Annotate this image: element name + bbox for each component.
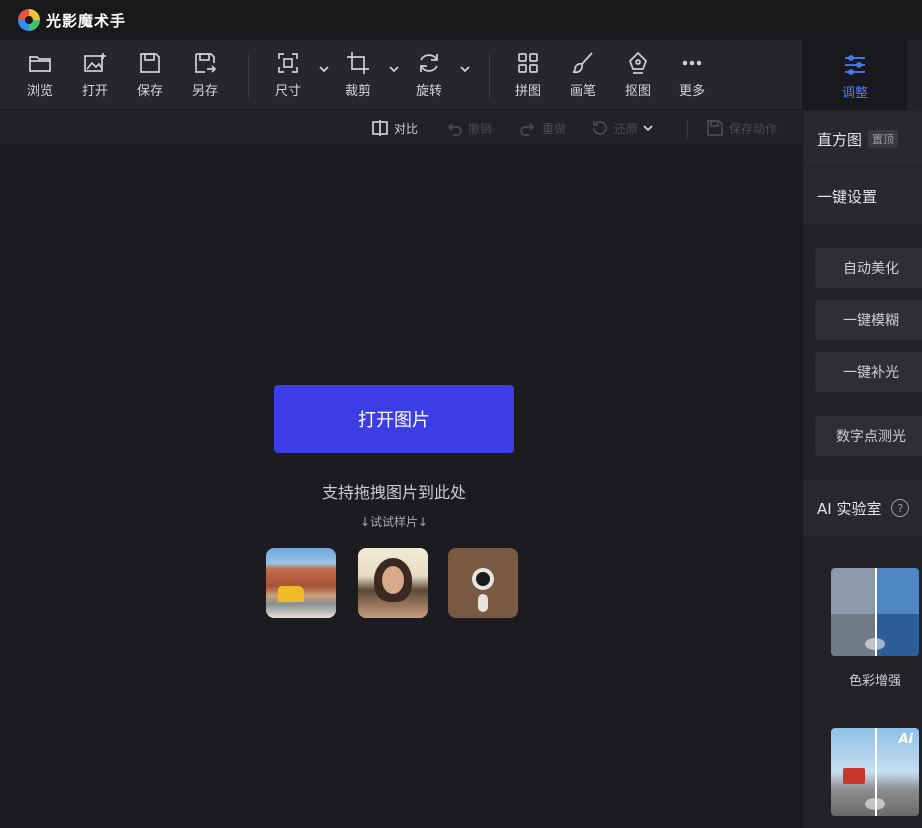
- save-label: 保存: [136, 84, 163, 99]
- redo-icon: [520, 123, 535, 136]
- edit-subbar: 对比 撤销 重做 还原 保存动作: [0, 110, 802, 146]
- drag-drop-hint: 支持拖拽图片到此处: [321, 483, 466, 502]
- ai-lab-label: AI 实验室: [817, 499, 882, 518]
- help-icon[interactable]: ?: [891, 499, 910, 517]
- brush-icon: [572, 52, 593, 74]
- sample-hint: ↓试试样片↓: [359, 515, 429, 529]
- histogram-label: 直方图: [817, 130, 863, 149]
- face-shape: [382, 566, 404, 594]
- cutout-label: 抠图: [624, 84, 651, 99]
- tab-adjust-label: 调整: [841, 86, 868, 101]
- collage-icon: [518, 53, 538, 73]
- save-as-label: 另存: [191, 84, 218, 99]
- compare-button[interactable]: 对比: [370, 116, 418, 140]
- redo-label: 重做: [542, 121, 567, 136]
- undo-label: 撤销: [468, 121, 493, 136]
- save-action-icon: [707, 120, 723, 136]
- image-canvas[interactable]: 打开图片 支持拖拽图片到此处 ↓试试样片↓: [0, 147, 802, 828]
- app-window: 光影魔术手 浏览 打开 保存 另存 尺寸 裁剪 旋转 拼图 画笔 抠图 更多 对…: [0, 0, 922, 828]
- chevron-down-icon: [389, 66, 399, 73]
- ai-card-second[interactable]: Ai: [831, 728, 919, 816]
- sliders-icon: [845, 55, 865, 75]
- chevron-down-icon: [643, 125, 653, 132]
- sample-thumbnail-portrait[interactable]: [358, 548, 428, 618]
- cutout-pen-icon: [629, 51, 647, 74]
- redo-button[interactable]: 重做: [518, 116, 566, 140]
- auto-beautify-button[interactable]: 自动美化: [815, 248, 922, 288]
- brush-label: 画笔: [569, 84, 596, 99]
- cutout-button[interactable]: 抠图: [612, 50, 664, 102]
- save-as-button[interactable]: 另存: [179, 50, 231, 102]
- more-label: 更多: [678, 84, 705, 99]
- sample-thumbnail-road-trip[interactable]: [266, 548, 336, 618]
- main-toolbar: 浏览 打开 保存 另存 尺寸 裁剪 旋转 拼图 画笔 抠图 更多: [0, 40, 802, 110]
- one-click-fill-light-button[interactable]: 一键补光: [815, 352, 922, 392]
- rotate-button[interactable]: 旋转: [403, 50, 455, 102]
- crop-button[interactable]: 裁剪: [332, 50, 384, 102]
- undo-button[interactable]: 撤销: [444, 116, 492, 140]
- rotate-label: 旋转: [415, 84, 442, 99]
- restore-icon: [593, 121, 607, 135]
- open-image-button[interactable]: 打开图片: [274, 385, 514, 453]
- crop-dropdown[interactable]: [388, 60, 400, 73]
- open-label: 打开: [81, 84, 108, 99]
- resize-dropdown[interactable]: [318, 60, 330, 73]
- desk-item-shape: [478, 594, 488, 612]
- restore-button[interactable]: 还原: [590, 116, 658, 140]
- browse-button[interactable]: 浏览: [14, 50, 66, 102]
- chevron-down-icon: [460, 66, 470, 73]
- van-shape: [278, 586, 304, 602]
- ai-card-label: 色彩增强: [848, 674, 901, 689]
- histogram-section[interactable]: 直方图 置顶: [803, 111, 922, 167]
- undo-icon: [447, 123, 462, 136]
- adjust-panel: 调整 直方图 置顶 一键设置 自动美化 一键模糊 一键补光 数字点测光 AI 实…: [802, 40, 922, 828]
- one-click-blur-button[interactable]: 一键模糊: [815, 300, 922, 340]
- brush-button[interactable]: 画笔: [557, 50, 609, 102]
- restore-label: 还原: [614, 121, 639, 136]
- subbar-divider: [687, 120, 688, 138]
- compare-label: 对比: [394, 121, 419, 136]
- toolbar-divider: [248, 54, 249, 98]
- title-bar: 光影魔术手: [0, 0, 922, 40]
- rotate-icon: [420, 54, 438, 72]
- crop-label: 裁剪: [344, 84, 371, 99]
- more-button[interactable]: 更多: [666, 50, 718, 102]
- more-icon: [682, 60, 702, 66]
- save-icon: [140, 53, 160, 73]
- open-button[interactable]: 打开: [69, 50, 121, 102]
- ai-card-color-enhance[interactable]: [831, 568, 919, 656]
- collage-label: 拼图: [514, 84, 541, 99]
- resize-icon: [278, 53, 298, 73]
- save-action-button[interactable]: 保存动作: [705, 116, 777, 140]
- resize-button[interactable]: 尺寸: [262, 50, 314, 102]
- app-logo-icon: [18, 9, 40, 31]
- truck-shape: [843, 768, 865, 784]
- preview-eye-icon: [865, 798, 885, 810]
- collage-button[interactable]: 拼图: [502, 50, 554, 102]
- pin-top-badge[interactable]: 置顶: [868, 130, 899, 148]
- spot-metering-button[interactable]: 数字点测光: [815, 416, 922, 456]
- cup-shape: [472, 568, 494, 590]
- compare-icon: [372, 120, 388, 136]
- chevron-down-icon: [319, 66, 329, 73]
- sample-thumbnail-desk[interactable]: [448, 548, 518, 618]
- toolbar-divider: [489, 54, 490, 98]
- folder-icon: [29, 56, 51, 72]
- rotate-dropdown[interactable]: [459, 60, 471, 73]
- app-title: 光影魔术手: [46, 11, 127, 30]
- save-button[interactable]: 保存: [124, 50, 176, 102]
- browse-label: 浏览: [26, 84, 53, 99]
- ai-lab-section[interactable]: AI 实验室 ?: [803, 480, 922, 536]
- tab-adjust[interactable]: 调整: [803, 40, 907, 110]
- open-image-icon: [84, 53, 106, 72]
- one-click-settings-section[interactable]: 一键设置: [803, 168, 922, 224]
- save-action-label: 保存动作: [729, 121, 778, 136]
- resize-label: 尺寸: [274, 84, 301, 99]
- ai-badge: Ai: [898, 732, 913, 747]
- preview-eye-icon: [865, 638, 885, 650]
- crop-icon: [347, 52, 369, 74]
- one-click-settings-label: 一键设置: [817, 187, 878, 206]
- save-as-icon: [195, 53, 217, 73]
